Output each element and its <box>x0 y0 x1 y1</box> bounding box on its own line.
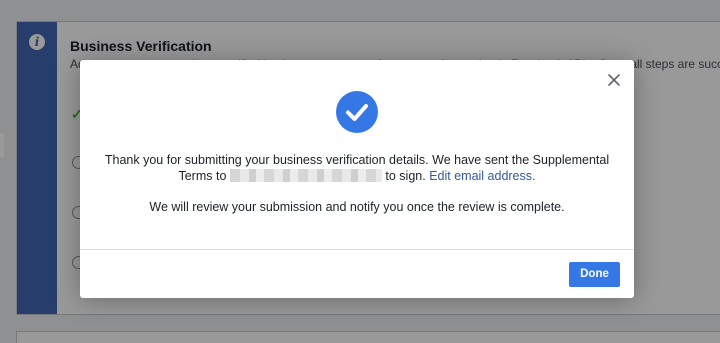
confirmation-message: Thank you for submitting your business v… <box>80 152 634 184</box>
message-line-1: Thank you for submitting your business v… <box>104 153 610 167</box>
confirmation-dialog: Thank you for submitting your business v… <box>80 60 634 298</box>
edit-email-link[interactable]: Edit email address. <box>429 169 535 183</box>
check-circle-icon <box>336 91 378 133</box>
page: i Business Verification Ad accounts conn… <box>0 0 720 343</box>
redacted-email <box>229 169 382 182</box>
done-button[interactable]: Done <box>569 262 620 287</box>
close-icon[interactable] <box>606 72 622 88</box>
terms-prefix: Terms to <box>178 169 227 183</box>
dialog-footer: Done <box>80 249 634 298</box>
review-message: We will review your submission and notif… <box>149 200 565 214</box>
terms-suffix: to sign. <box>385 169 426 183</box>
message-line-2: Terms to to sign. Edit email address. <box>80 168 634 184</box>
